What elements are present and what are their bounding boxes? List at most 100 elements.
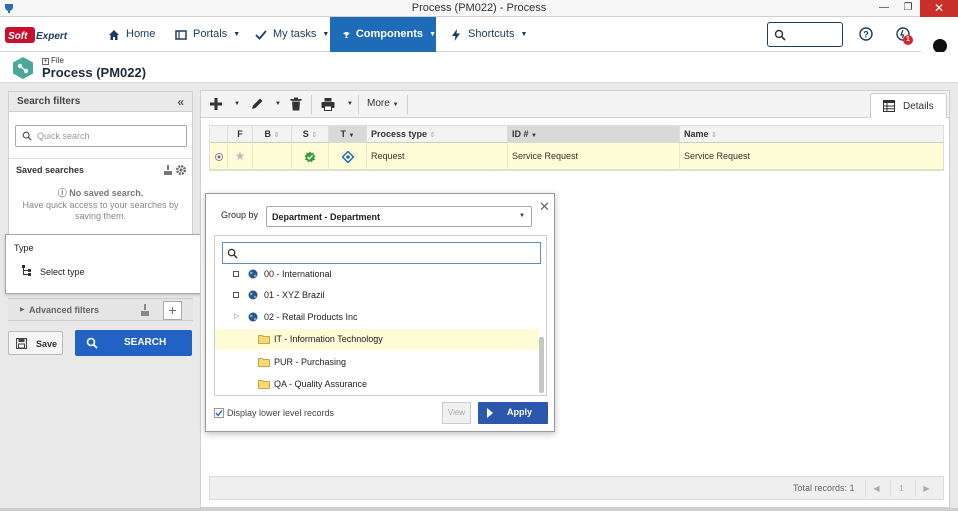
floppy-icon (16, 338, 27, 349)
top-navbar: Soft Expert Home Portals ▼ My tasks ▼ Comp… (0, 17, 958, 69)
prev-page-button[interactable]: ◀ (865, 480, 887, 497)
nav-components[interactable]: Components ▼ (330, 17, 436, 52)
search-filters-panel: Search filters « Quick search Saved sear… (8, 91, 193, 236)
globe-icon (248, 290, 258, 300)
help-icon[interactable]: ? (858, 26, 874, 42)
department-tree: 00 - International 01 - XYZ Brazil ▷ 02 … (214, 235, 547, 396)
tree-item[interactable]: IT - Information Technology (215, 329, 539, 350)
page-title: Process (PM022) (42, 65, 147, 80)
close-icon[interactable]: ✕ (920, 0, 958, 17)
page-number[interactable]: 1 (890, 480, 912, 497)
minimize-icon[interactable]: — (872, 0, 896, 17)
tree-item[interactable]: PUR - Purchasing (215, 352, 539, 373)
quick-search-input[interactable]: Quick search (15, 125, 187, 147)
cell-name: Service Request (684, 151, 751, 161)
advanced-filters-bar[interactable]: ▶ Advanced filters + (8, 298, 193, 321)
search-icon (86, 337, 98, 349)
column-t[interactable]: T ▼ (329, 126, 367, 143)
chevron-down-icon: ▼ (233, 31, 241, 38)
apply-button[interactable]: Apply (478, 402, 548, 424)
search-icon (774, 29, 786, 41)
total-records: Total records: 1 (793, 483, 855, 493)
brush-icon[interactable] (139, 303, 151, 317)
restore-icon[interactable]: ❐ (896, 0, 920, 17)
more-menu[interactable]: More ▼ (367, 98, 399, 109)
type-icon (329, 143, 367, 170)
expand-icon[interactable]: + (42, 58, 49, 65)
print-icon[interactable] (321, 97, 335, 111)
column-id[interactable]: ID # ▼ (508, 126, 680, 143)
toolbar-divider (407, 95, 408, 114)
svg-text:Soft: Soft (8, 31, 28, 42)
save-button[interactable]: Save (8, 331, 63, 355)
view-button[interactable]: View (442, 402, 471, 424)
display-lower-checkbox[interactable] (214, 408, 224, 418)
tree-scrollbar[interactable] (539, 337, 544, 393)
grid-header: F B ⇕ S ⇕ T ▼ Process type ⇕ ID # ▼ Name… (210, 126, 943, 143)
tab-details[interactable]: Details (870, 93, 947, 118)
search-button[interactable]: SEARCH (75, 330, 192, 356)
globe-icon (248, 312, 258, 322)
svg-text:?: ? (863, 30, 869, 40)
close-icon[interactable]: ✕ (539, 199, 550, 215)
cell-b (253, 143, 292, 170)
tree-item[interactable]: QA - Quality Assurance (215, 374, 539, 395)
toolbar-divider (311, 95, 312, 114)
star-icon[interactable]: ★ (228, 143, 253, 170)
trophy-icon (343, 31, 350, 38)
chevron-down-icon[interactable]: ▼ (347, 101, 353, 107)
tree-search-input[interactable] (222, 242, 541, 264)
chevron-down-icon: ▼ (520, 31, 528, 38)
select-type-link[interactable]: Select type (40, 267, 85, 277)
portals-icon (175, 29, 187, 40)
add-filter-button[interactable]: + (163, 301, 182, 320)
tree-icon (22, 265, 31, 276)
top-search-input[interactable] (767, 22, 843, 47)
group-by-select[interactable]: Department - Department ▼ (266, 206, 532, 227)
chevron-down-icon: ▼ (429, 31, 436, 38)
nav-home[interactable]: Home (108, 17, 155, 52)
gear-icon[interactable] (175, 164, 187, 176)
row-radio[interactable] (210, 143, 228, 170)
lightning-icon (452, 28, 460, 41)
column-b[interactable]: B ⇕ (253, 126, 292, 143)
search-icon (22, 131, 32, 141)
table-row[interactable]: ★ Request Service Request Service Reques… (210, 143, 943, 170)
cell-id: Service Request (508, 143, 680, 170)
nav-portals[interactable]: Portals ▼ (175, 17, 240, 52)
expand-arrow-icon[interactable]: ▷ (234, 312, 239, 320)
no-saved-search: ⓘ No saved search. (57, 188, 144, 198)
add-icon[interactable] (209, 97, 223, 111)
saved-searches-label: Saved searches (16, 165, 85, 175)
column-process-type[interactable]: Process type ⇕ (367, 126, 508, 143)
column-select (210, 126, 228, 143)
home-icon (109, 29, 119, 40)
column-s[interactable]: S ⇕ (292, 126, 329, 143)
next-page-button[interactable]: ▶ (915, 480, 937, 497)
type-label: Type (14, 243, 34, 253)
chevron-down-icon[interactable]: ▼ (234, 101, 240, 107)
chevron-right-icon: ▶ (20, 307, 25, 313)
nav-mytasks[interactable]: My tasks ▼ (255, 17, 329, 52)
divider (9, 158, 192, 159)
page-header: + File Process (PM022) (0, 52, 958, 83)
tree-item[interactable]: 00 - International (215, 264, 539, 285)
cell-process-type: Request (367, 143, 508, 170)
column-f[interactable]: F (228, 126, 253, 143)
softexpert-logo: Soft Expert (5, 27, 68, 43)
tree-item[interactable]: 01 - XYZ Brazil (215, 285, 539, 306)
nav-shortcuts[interactable]: Shortcuts ▼ (450, 17, 527, 52)
tree-item[interactable]: ▷ 02 - Retail Products Inc (215, 307, 539, 328)
display-lower-label: Display lower level records (227, 408, 335, 418)
column-name[interactable]: Name ⇕ (680, 126, 943, 143)
edit-icon[interactable] (250, 97, 264, 111)
chevron-down-icon[interactable]: ▼ (275, 101, 281, 107)
collapse-icon[interactable]: « (177, 95, 184, 109)
check-icon (255, 29, 267, 40)
tree-leaf-icon (233, 292, 239, 298)
brush-icon[interactable] (162, 164, 174, 176)
folder-icon (258, 335, 270, 344)
no-saved-hint: Have quick access to your searches by sa… (22, 200, 179, 221)
delete-icon[interactable] (289, 97, 303, 111)
chevron-down-icon: ▼ (322, 31, 330, 38)
